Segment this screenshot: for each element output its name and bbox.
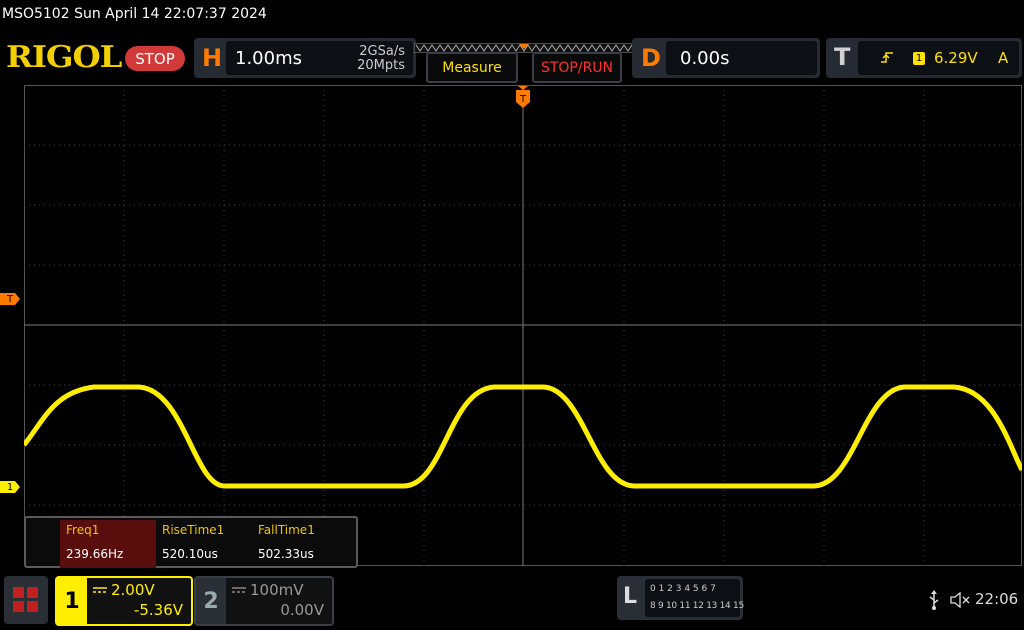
usb-icon <box>929 590 939 610</box>
mute-speaker-icon[interactable] <box>950 591 972 609</box>
logic-panel[interactable]: L 0 1 2 3 4 5 6 7 8 9 10 11 12 13 14 15 <box>617 576 744 620</box>
horizontal-display: 1.00ms 2GSa/s 20Mpts <box>226 41 413 75</box>
channel1-panel[interactable]: 1 2.00V -5.36V <box>55 576 193 626</box>
logic-row-high: 8 9 10 11 12 13 14 15 <box>650 601 744 611</box>
trigger-display: 1 6.29V A <box>858 41 1019 75</box>
waveform-display[interactable] <box>22 85 1024 566</box>
trigger-panel[interactable]: T 1 6.29V A <box>826 38 1022 78</box>
measurement-falltime[interactable]: FallTime1 502.33us <box>252 520 352 564</box>
delay-value: 0.00s <box>680 48 730 69</box>
timebase-value: 1.00ms <box>235 48 302 69</box>
measurement-value: 239.66Hz <box>60 544 156 568</box>
dc-coupling-icon <box>232 587 246 593</box>
delay-display: 0.00s <box>666 41 817 75</box>
delay-letter: D <box>641 44 661 72</box>
measurement-label: RiseTime1 <box>162 523 225 537</box>
run-state-badge[interactable]: STOP <box>125 46 185 71</box>
channel1-scale: 2.00V <box>111 581 155 599</box>
stop-run-button[interactable]: STOP/RUN <box>532 52 622 83</box>
trigger-level-marker[interactable]: T <box>0 293 20 305</box>
rising-edge-icon <box>881 52 893 63</box>
status-bar: MSO5102 Sun April 14 22:07:37 2024 <box>2 6 267 22</box>
sample-rate: 2GSa/s <box>359 44 405 59</box>
waveform-grid <box>22 85 1024 566</box>
trigger-level: 6.29V <box>934 49 978 67</box>
channel1-number: 1 <box>57 578 87 624</box>
channel2-panel[interactable]: 2 100mV 0.00V <box>194 576 334 626</box>
measurement-value: 502.33us <box>258 547 314 561</box>
system-time: 22:06 <box>975 590 1019 608</box>
trigger-source-badge: 1 <box>913 52 925 65</box>
trigger-letter: T <box>834 43 851 71</box>
channel2-number: 2 <box>196 578 226 624</box>
main-menu-button[interactable] <box>4 576 48 624</box>
measurement-value: 520.10us <box>162 547 218 561</box>
memory-depth: 20Mpts <box>357 58 405 73</box>
memory-position-bar <box>413 38 635 54</box>
logic-row-low: 0 1 2 3 4 5 6 7 <box>650 584 716 594</box>
measurement-label: FallTime1 <box>258 523 315 537</box>
channel2-offset: 0.00V <box>280 601 324 619</box>
logic-letter: L <box>623 584 638 609</box>
dc-coupling-icon <box>93 587 107 593</box>
measure-button[interactable]: Measure <box>426 52 518 83</box>
delay-panel[interactable]: D 0.00s <box>632 38 820 78</box>
measurement-panel[interactable]: Freq1 239.66Hz RiseTime1 520.10us FallTi… <box>24 516 358 568</box>
rigol-logo: RIGOL <box>6 40 122 75</box>
trigger-mode: A <box>998 49 1009 67</box>
channel2-scale: 100mV <box>250 581 304 599</box>
measurement-risetime[interactable]: RiseTime1 520.10us <box>156 520 252 564</box>
logic-channels-display: 0 1 2 3 4 5 6 7 8 9 10 11 12 13 14 15 <box>645 579 744 617</box>
horizontal-panel[interactable]: H 1.00ms 2GSa/s 20Mpts <box>194 38 416 78</box>
measurement-label: Freq1 <box>60 520 156 544</box>
grid-menu-icon <box>13 587 38 612</box>
measurement-freq[interactable]: Freq1 239.66Hz <box>60 520 156 568</box>
trigger-position-top-icon <box>518 86 528 90</box>
channel1-offset: -5.36V <box>133 601 183 619</box>
svg-text:T: T <box>519 94 527 105</box>
horizontal-letter: H <box>202 44 223 72</box>
channel1-ground-marker[interactable]: 1 <box>0 481 20 493</box>
